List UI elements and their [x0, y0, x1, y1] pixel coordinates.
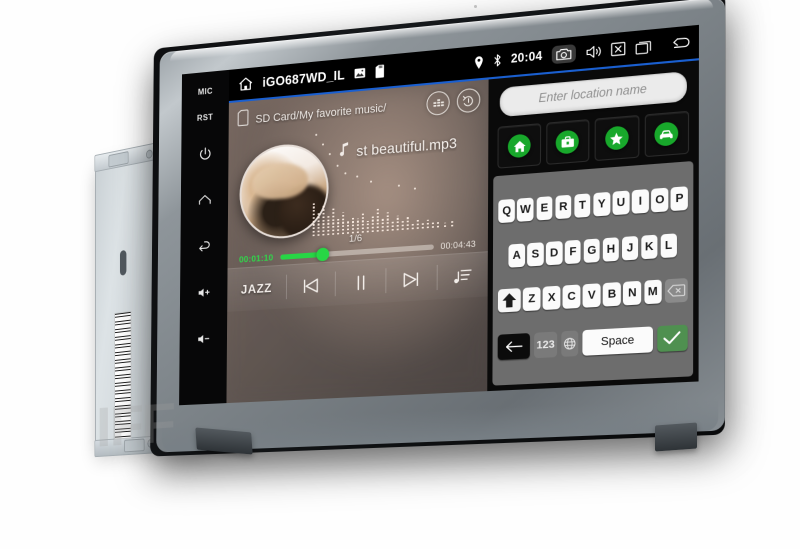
key-c[interactable]: C [562, 284, 581, 310]
sdcard-icon [237, 109, 249, 131]
progress-knob[interactable] [315, 246, 329, 262]
key-p[interactable]: P [670, 186, 688, 212]
track-line: st beautiful.mp3 [338, 130, 481, 161]
eq-preset-label[interactable]: JAZZ [227, 280, 285, 298]
key-m[interactable]: M [643, 279, 662, 305]
pause-icon[interactable] [336, 272, 385, 293]
star-icon [605, 125, 629, 151]
lcd-display: iGO687WD_IL 20:04 SD Card/My favorite mu… [226, 24, 699, 404]
sdcard-icon[interactable] [375, 64, 385, 79]
briefcase-icon [556, 129, 580, 155]
back-icon[interactable] [180, 221, 228, 271]
playlist-icon[interactable] [437, 265, 488, 286]
key-b[interactable]: B [603, 282, 621, 307]
keyboard-row-2: A S D F G H J K L [496, 232, 690, 268]
key-a[interactable]: A [508, 243, 525, 268]
key-e[interactable]: E [536, 196, 553, 221]
key-v[interactable]: V [582, 283, 601, 308]
keyboard-row-3: Z X C V B N M [496, 278, 690, 313]
repeat-icon[interactable] [457, 87, 481, 114]
volume-up-icon[interactable] [180, 267, 228, 316]
mount-bracket-right [655, 422, 697, 452]
chassis-tab [124, 438, 145, 453]
music-player-pane: SD Card/My favorite music/ st beautiful.… [226, 79, 489, 404]
spectrum-visualizer [311, 133, 477, 237]
volume-icon[interactable] [585, 43, 601, 59]
location-pin-icon [474, 55, 483, 69]
previous-track-icon[interactable] [286, 275, 335, 295]
key-n[interactable]: N [623, 280, 642, 306]
key-f[interactable]: F [564, 239, 582, 264]
keyboard-row-1: Q W E R T Y U I O P [497, 186, 691, 224]
chassis-barcode-label [114, 310, 132, 440]
gallery-icon[interactable] [354, 67, 366, 79]
equalizer-icon[interactable] [426, 90, 451, 117]
checkmark-icon[interactable] [656, 324, 688, 352]
key-l[interactable]: L [660, 233, 677, 258]
page-title: iGO687WD_IL [262, 67, 345, 90]
clock: 20:04 [510, 49, 543, 66]
favorite-star-button[interactable] [594, 114, 639, 162]
device-bezel: M I C RS T iGO687WD_IL 20:04 SD Card/My fav… [156, 0, 726, 453]
key-z[interactable]: Z [523, 287, 541, 312]
home-icon[interactable] [181, 175, 229, 225]
close-box-icon[interactable] [611, 41, 626, 56]
key-u[interactable]: U [612, 190, 630, 216]
navigation-pane: Enter location name Q W E R T Y U I O P … [487, 60, 699, 392]
search-placeholder: Enter location name [538, 83, 647, 106]
key-o[interactable]: O [651, 188, 669, 213]
screen-glass: M I C RS T iGO687WD_IL 20:04 SD Card/My fav… [179, 24, 699, 406]
chassis-vent-slot [119, 249, 127, 276]
camera-icon[interactable] [551, 44, 576, 65]
key-s[interactable]: S [527, 242, 544, 267]
music-info: st beautiful.mp3 [312, 116, 481, 237]
screenshot-root: M I C RS T iGO687WD_IL 20:04 SD Card/My fav… [0, 0, 800, 549]
key-w[interactable]: W [517, 197, 534, 223]
bluetooth-icon [492, 53, 501, 67]
car-icon [654, 121, 679, 147]
backspace-icon[interactable] [664, 278, 688, 304]
device-scene: M I C RS T iGO687WD_IL 20:04 SD Card/My fav… [0, 0, 800, 549]
next-track-icon[interactable] [386, 269, 436, 290]
key-d[interactable]: D [546, 240, 563, 266]
back-arrow-icon[interactable] [670, 34, 692, 52]
music-body: st beautiful.mp3 [228, 111, 489, 242]
key-g[interactable]: G [583, 238, 601, 263]
time-total: 00:04:43 [440, 238, 476, 252]
globe-icon[interactable] [561, 329, 579, 357]
key-q[interactable]: Q [498, 199, 515, 224]
space-key[interactable]: Space [582, 325, 653, 356]
favorite-car-button[interactable] [644, 110, 690, 158]
split-panes: SD Card/My favorite music/ st beautiful.… [226, 60, 699, 404]
key-k[interactable]: K [640, 234, 658, 260]
keyboard-numbers-button[interactable]: 123 [533, 331, 558, 358]
power-icon[interactable] [181, 128, 229, 178]
track-name: st beautiful.mp3 [356, 133, 458, 159]
key-i[interactable]: I [631, 189, 649, 215]
favorite-home-button[interactable] [497, 123, 541, 169]
on-screen-keyboard: Q W E R T Y U I O P A S D F G H J K L Z … [492, 160, 694, 386]
key-x[interactable]: X [542, 285, 561, 311]
recents-icon[interactable] [635, 38, 652, 55]
time-current: 00:01:10 [239, 252, 274, 265]
favorite-work-button[interactable] [545, 119, 590, 165]
key-y[interactable]: Y [593, 192, 610, 217]
keyboard-back-button[interactable] [498, 332, 530, 360]
keyboard-row-4: 123 Space [496, 324, 690, 360]
shift-icon[interactable] [498, 288, 521, 313]
volume-down-icon[interactable] [179, 314, 227, 363]
home-icon [507, 133, 531, 159]
home-icon[interactable] [238, 75, 254, 94]
key-h[interactable]: H [602, 236, 620, 262]
status-bar-spacer [391, 63, 466, 70]
hardware-key-strip: MIC RST [179, 69, 230, 406]
music-note-icon [338, 141, 351, 162]
key-t[interactable]: T [574, 193, 591, 219]
key-j[interactable]: J [621, 235, 639, 261]
key-r[interactable]: R [555, 195, 572, 220]
